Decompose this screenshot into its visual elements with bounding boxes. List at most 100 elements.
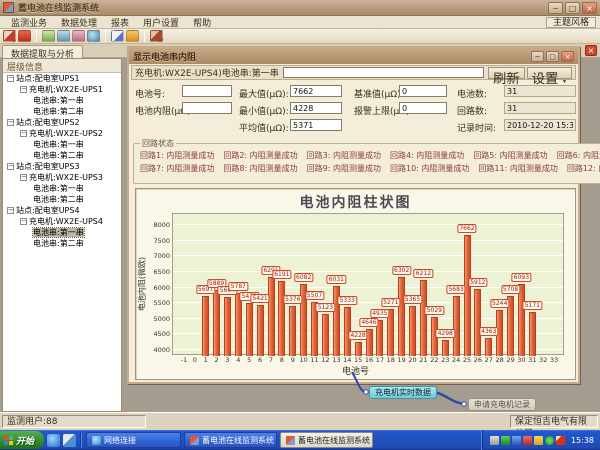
network-activity-icon[interactable] — [501, 436, 510, 445]
tree-node[interactable]: −充电机:WX2E-UPS4 — [3, 216, 121, 227]
menu-reports[interactable]: 报表 — [104, 16, 136, 29]
tree-node[interactable]: 电池串:第一串 — [3, 227, 121, 238]
settings-button[interactable]: 设置 ▼ — [527, 67, 572, 79]
settings-icon[interactable] — [126, 30, 139, 42]
avg-input[interactable] — [290, 119, 342, 131]
chart-2-icon[interactable] — [57, 30, 70, 42]
y-axis-tick: 8000 — [144, 221, 170, 229]
tree-node[interactable]: 电池串:第一串 — [3, 183, 121, 194]
tree-node[interactable]: −站点:配电室UPS3 — [3, 161, 121, 172]
tree-expander-icon[interactable]: − — [7, 207, 14, 214]
security-shield-icon[interactable] — [534, 436, 543, 445]
loop-status-item: 回路6: 内阻测量成功 — [557, 151, 600, 160]
menu-data-processing[interactable]: 数据处理 — [54, 16, 104, 29]
menu-monitor-business[interactable]: 监测业务 — [4, 16, 54, 29]
maximize-button[interactable]: □ — [565, 2, 580, 14]
loop-status-item: 回路2: 内阻测量成功 — [223, 151, 297, 160]
quicklaunch-ie-icon[interactable] — [47, 434, 60, 447]
tree-node[interactable]: −站点:配电室UPS1 — [3, 73, 121, 84]
tree-expander-icon[interactable]: − — [7, 75, 14, 82]
tree-node[interactable]: 电池串:第二串 — [3, 150, 121, 161]
tree-node[interactable]: 电池串:第一串 — [3, 95, 121, 106]
bar — [322, 314, 329, 356]
close-button[interactable]: × — [582, 2, 597, 14]
min-input[interactable] — [290, 102, 342, 114]
report-icon[interactable] — [111, 30, 124, 42]
menu-user-settings[interactable]: 用户设置 — [136, 16, 186, 29]
menu-help[interactable]: 帮助 — [186, 16, 218, 29]
antivirus-disabled-icon[interactable] — [523, 436, 532, 445]
chevron-down-icon: ▼ — [562, 79, 567, 85]
charger-realtime-node[interactable]: 充电机实时数据 — [369, 386, 437, 399]
minimize-button[interactable]: ─ — [548, 2, 563, 14]
battery-res-input[interactable] — [182, 102, 232, 114]
max-input[interactable] — [290, 85, 342, 97]
bar — [398, 277, 405, 356]
dialog-maximize-button[interactable]: □ — [546, 51, 559, 62]
dialog-titlebar[interactable]: 显示电池串内阻 ─ □ × — [129, 48, 578, 64]
monitor-icon[interactable] — [3, 30, 16, 42]
quicklaunch-desktop-icon[interactable] — [63, 434, 76, 447]
tree-node-label: 电池串:第一串 — [33, 96, 84, 105]
refresh-button[interactable]: 刷新 — [488, 67, 525, 79]
bar-value-label: 5244 — [490, 299, 509, 308]
tree-expander-icon[interactable]: − — [20, 130, 27, 137]
tree-node-label: 电池串:第一串 — [33, 228, 84, 237]
tree-node[interactable]: −站点:配电室UPS2 — [3, 117, 121, 128]
dialog-minimize-button[interactable]: ─ — [531, 51, 544, 62]
tree-expander-icon[interactable]: − — [20, 174, 27, 181]
taskbar-button-network[interactable]: 网络连接 — [86, 432, 181, 448]
tree-node[interactable]: −充电机:WX2E-UPS1 — [3, 84, 121, 95]
taskbar-button-label: 蓄电池在线监测系统 — [202, 435, 274, 446]
update-icon[interactable] — [512, 436, 521, 445]
start-button[interactable]: 开始 — [0, 431, 44, 449]
tree-node-label: 充电机:WX2E-UPS3 — [29, 173, 103, 182]
tab-close-icon[interactable]: × — [585, 45, 597, 56]
chart-icon[interactable] — [42, 30, 55, 42]
app-icon — [190, 436, 199, 445]
bar — [518, 284, 525, 356]
charger-record-node[interactable]: 申请充电机记录 — [468, 398, 536, 411]
taskbar-button-battery-system-1[interactable]: 蓄电池在线监测系统 — [184, 432, 277, 448]
tree-expander-icon[interactable]: − — [20, 86, 27, 93]
tree-node[interactable]: −充电机:WX2E-UPS3 — [3, 172, 121, 183]
mail-icon[interactable] — [18, 30, 31, 42]
bar-value-label: 4228 — [348, 331, 367, 340]
bar — [213, 290, 220, 356]
gridline — [173, 255, 563, 256]
battery-string-combo[interactable] — [283, 67, 484, 78]
exit-icon[interactable] — [150, 30, 163, 42]
tree-node-label: 充电机:WX2E-UPS4 — [29, 217, 103, 226]
tree-expander-icon[interactable]: − — [7, 163, 14, 170]
globe-icon[interactable] — [87, 30, 100, 42]
bar-value-label: 4646 — [359, 318, 378, 327]
toolbar-separator — [105, 30, 106, 42]
tree-node[interactable]: 电池串:第二串 — [3, 106, 121, 117]
bar-value-label: 6082 — [294, 273, 313, 282]
bar-value-label: 6191 — [272, 270, 291, 279]
loop-count-label: 回路数: — [457, 104, 487, 117]
theme-style-button[interactable]: 主题风格 — [546, 17, 596, 28]
bar — [268, 277, 275, 356]
tree-node[interactable]: 电池串:第二串 — [3, 194, 121, 205]
taskbar-button-battery-system-2[interactable]: 蓄电池在线监测系统 — [280, 432, 373, 448]
tree-expander-icon[interactable]: − — [7, 119, 14, 126]
dialog-close-button[interactable]: × — [561, 51, 574, 62]
tree-node[interactable]: 电池串:第二串 — [3, 238, 121, 249]
power-lightning-icon[interactable] — [556, 436, 565, 445]
tree-node-label: 站点:配电室UPS3 — [16, 162, 80, 171]
printer-icon[interactable] — [490, 436, 499, 445]
tree-expander-icon[interactable]: − — [20, 218, 27, 225]
battery-no-input[interactable] — [182, 85, 232, 97]
bar — [235, 293, 242, 356]
tree-node[interactable]: −站点:配电室UPS4 — [3, 205, 121, 216]
tree-node[interactable]: 电池串:第一串 — [3, 139, 121, 150]
tab-data-extraction[interactable]: 数据提取与分析 — [2, 45, 83, 58]
base-input[interactable] — [399, 85, 447, 97]
bar-value-label: 6302 — [392, 266, 411, 275]
database-icon[interactable] — [72, 30, 85, 42]
tree-node[interactable]: −充电机:WX2E-UPS2 — [3, 128, 121, 139]
status-ok-icon[interactable] — [545, 436, 554, 445]
menubar: 监测业务 数据处理 报表 用户设置 帮助 主题风格 — [0, 16, 600, 29]
alarm-input[interactable] — [399, 102, 447, 114]
